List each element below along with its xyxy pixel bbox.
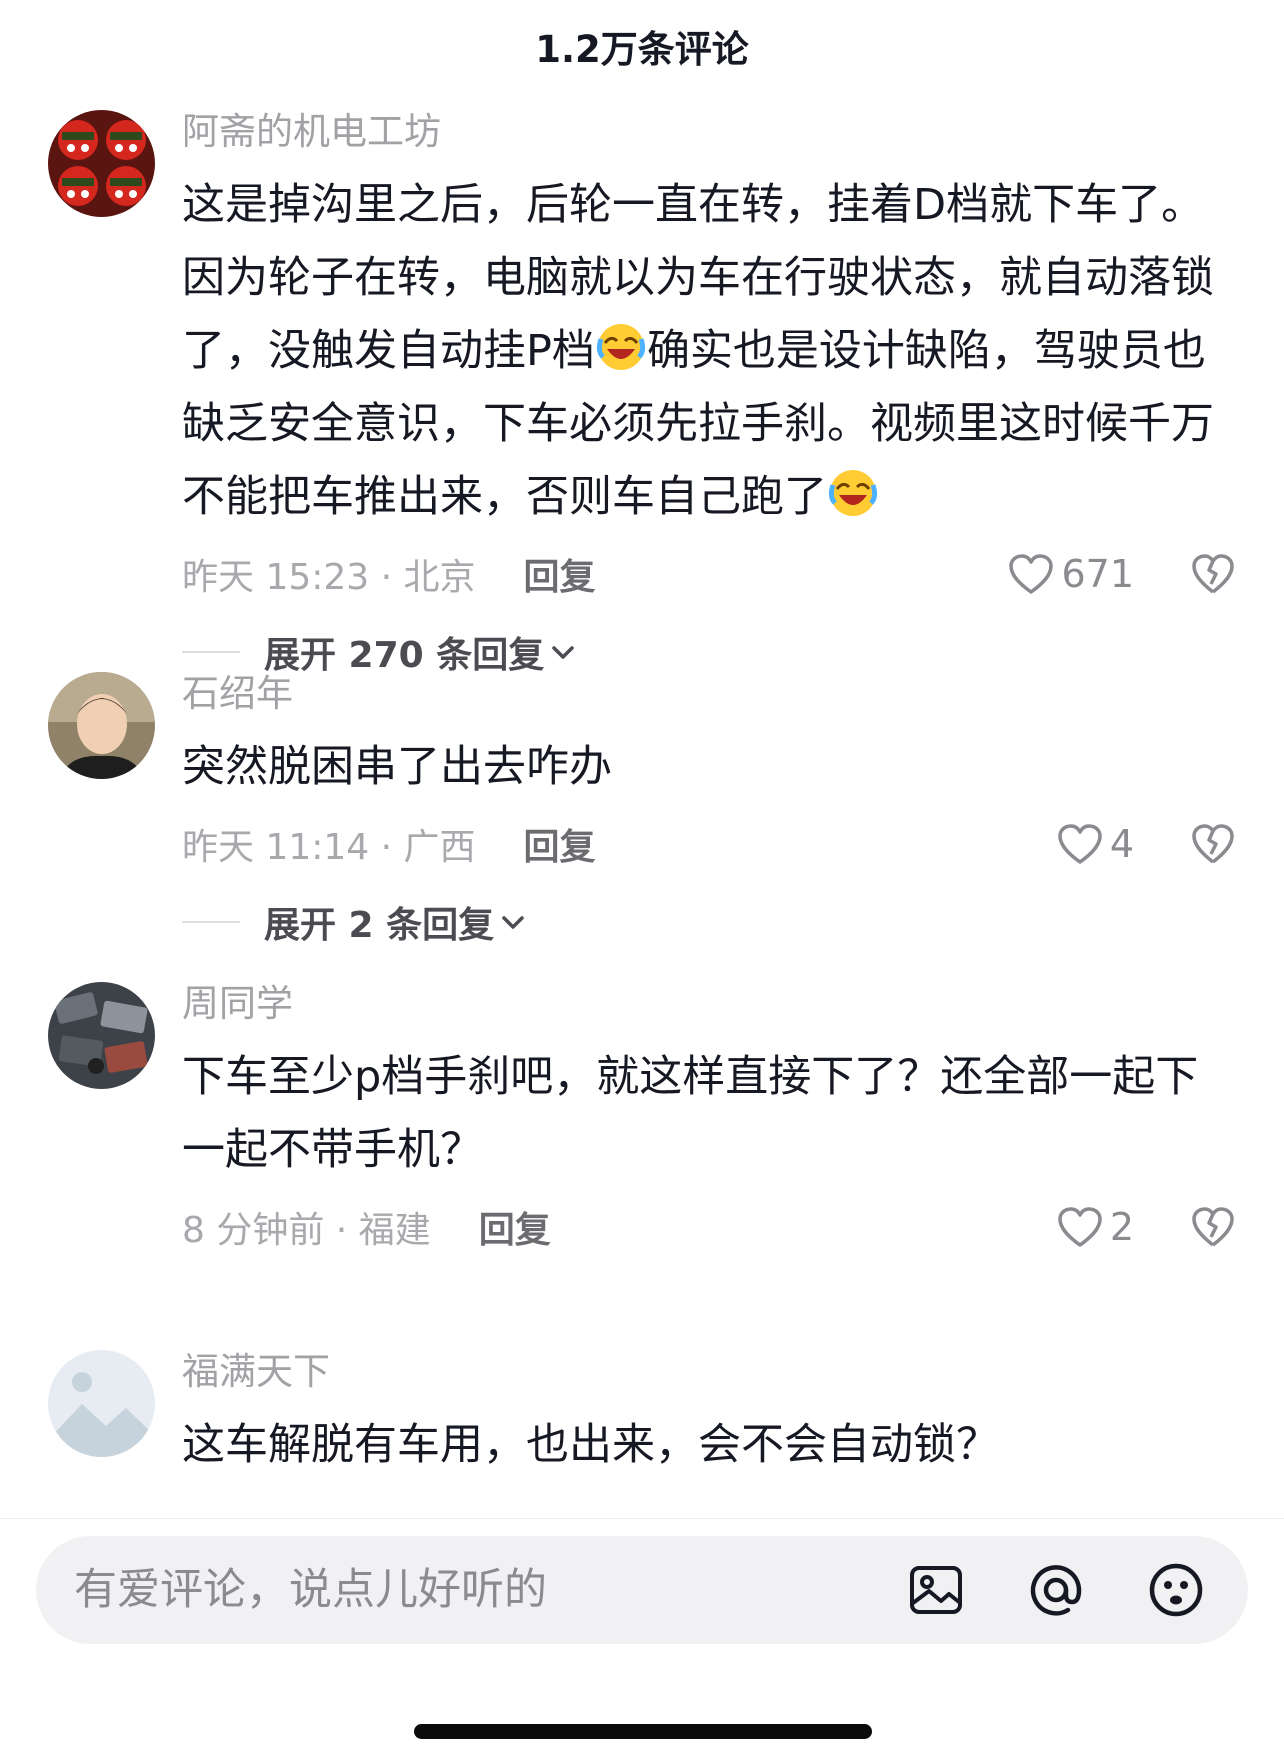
avatar[interactable] <box>48 1350 155 1457</box>
comment-time-location: 昨天 11:14 · 广西 <box>182 827 476 868</box>
comment-input[interactable] <box>36 1536 900 1644</box>
expand-replies-label: 展开 270 条回复 <box>264 635 545 676</box>
expand-replies-label: 展开 2 条回复 <box>264 905 495 946</box>
comment-item: 周同学 下车至少p档手刹吧，就这样直接下了？还全部一起下一起不带手机？ 8 分钟… <box>0 982 1284 1272</box>
comment-text: 这是掉沟里之后，后轮一直在转，挂着D档就下车了。因为轮子在转，电脑就以为车在行驶… <box>182 169 1236 534</box>
comment-item: 石绍年 突然脱困串了出去咋办 昨天 11:14 · 广西 回复 4 展开 2 条… <box>0 672 1284 962</box>
reply-button[interactable]: 回复 <box>479 1201 551 1253</box>
input-divider <box>0 1518 1284 1519</box>
comments-page: 1.2万条评论 阿斋的机电工坊 这是掉沟里之后，后轮一直在转，挂着D档就下车了。… <box>0 0 1284 1764</box>
comment-meta-row: 昨天 15:23 · 北京 回复 671 <box>182 546 1236 602</box>
comment-time-location: 昨天 15:23 · 北京 <box>182 557 476 598</box>
dislike-button[interactable] <box>1184 1199 1236 1255</box>
emoji-icon[interactable] <box>1140 1554 1212 1626</box>
comment-list[interactable]: 阿斋的机电工坊 这是掉沟里之后，后轮一直在转，挂着D档就下车了。因为轮子在转，电… <box>0 110 1284 1520</box>
broken-heart-icon <box>1192 824 1234 864</box>
reply-button[interactable]: 回复 <box>524 818 596 870</box>
avatar[interactable] <box>48 982 155 1089</box>
heart-icon <box>1009 554 1054 594</box>
comment-item: 阿斋的机电工坊 这是掉沟里之后，后轮一直在转，挂着D档就下车了。因为轮子在转，电… <box>0 110 1284 676</box>
divider-line <box>182 921 240 923</box>
like-button[interactable]: 671 <box>1007 546 1134 602</box>
broken-heart-icon <box>1192 1207 1234 1247</box>
username[interactable]: 阿斋的机电工坊 <box>182 110 1236 154</box>
heart-icon <box>1058 1207 1102 1247</box>
like-button[interactable]: 4 <box>1056 816 1134 872</box>
home-indicator[interactable] <box>414 1724 872 1739</box>
at-icon[interactable] <box>1020 1554 1092 1626</box>
heart-icon <box>1058 824 1102 864</box>
laugh-cry-emoji-icon <box>827 467 879 519</box>
comment-body: 石绍年 突然脱困串了出去咋办 昨天 11:14 · 广西 回复 4 展开 2 条… <box>182 672 1236 950</box>
comment-body: 福满天下 这车解脱有车用，也出来，会不会自动锁？ <box>182 1350 1236 1482</box>
username[interactable]: 周同学 <box>182 982 1236 1026</box>
comment-text: 下车至少p档手刹吧，就这样直接下了？还全部一起下一起不带手机？ <box>182 1052 1199 1175</box>
dislike-button[interactable] <box>1184 816 1236 872</box>
like-count: 2 <box>1109 1205 1134 1249</box>
comment-text: 这车解脱有车用，也出来，会不会自动锁？ <box>182 1420 999 1470</box>
like-count: 671 <box>1061 552 1134 596</box>
broken-heart-icon <box>1192 554 1234 594</box>
username[interactable]: 石绍年 <box>182 672 1236 716</box>
comment-item: 福满天下 这车解脱有车用，也出来，会不会自动锁？ <box>0 1350 1284 1520</box>
username[interactable]: 福满天下 <box>182 1350 1236 1394</box>
comment-body: 阿斋的机电工坊 这是掉沟里之后，后轮一直在转，挂着D档就下车了。因为轮子在转，电… <box>182 110 1236 680</box>
dislike-button[interactable] <box>1184 546 1236 602</box>
laugh-cry-emoji-icon <box>595 321 647 373</box>
chevron-down-icon <box>500 912 526 932</box>
avatar[interactable] <box>48 672 155 779</box>
comments-header: 1.2万条评论 <box>0 0 1284 92</box>
comment-meta-row: 昨天 11:14 · 广西 回复 4 <box>182 816 1236 872</box>
image-icon[interactable] <box>900 1554 972 1626</box>
expand-replies-button[interactable]: 展开 2 条回复 <box>182 894 1236 950</box>
like-button[interactable]: 2 <box>1056 1199 1134 1255</box>
comment-count-title: 1.2万条评论 <box>535 28 749 71</box>
avatar[interactable] <box>48 110 155 217</box>
comment-meta-row: 8 分钟前 · 福建 回复 2 <box>182 1199 1236 1255</box>
like-count: 4 <box>1109 822 1134 866</box>
reply-button[interactable]: 回复 <box>524 548 596 600</box>
comment-time-location: 8 分钟前 · 福建 <box>182 1210 431 1251</box>
comment-text: 突然脱困串了出去咋办 <box>182 742 612 792</box>
comment-input-bar <box>36 1536 1248 1644</box>
divider-line <box>182 651 240 653</box>
comment-body: 周同学 下车至少p档手刹吧，就这样直接下了？还全部一起下一起不带手机？ 8 分钟… <box>182 982 1236 1255</box>
chevron-down-icon <box>550 642 576 662</box>
